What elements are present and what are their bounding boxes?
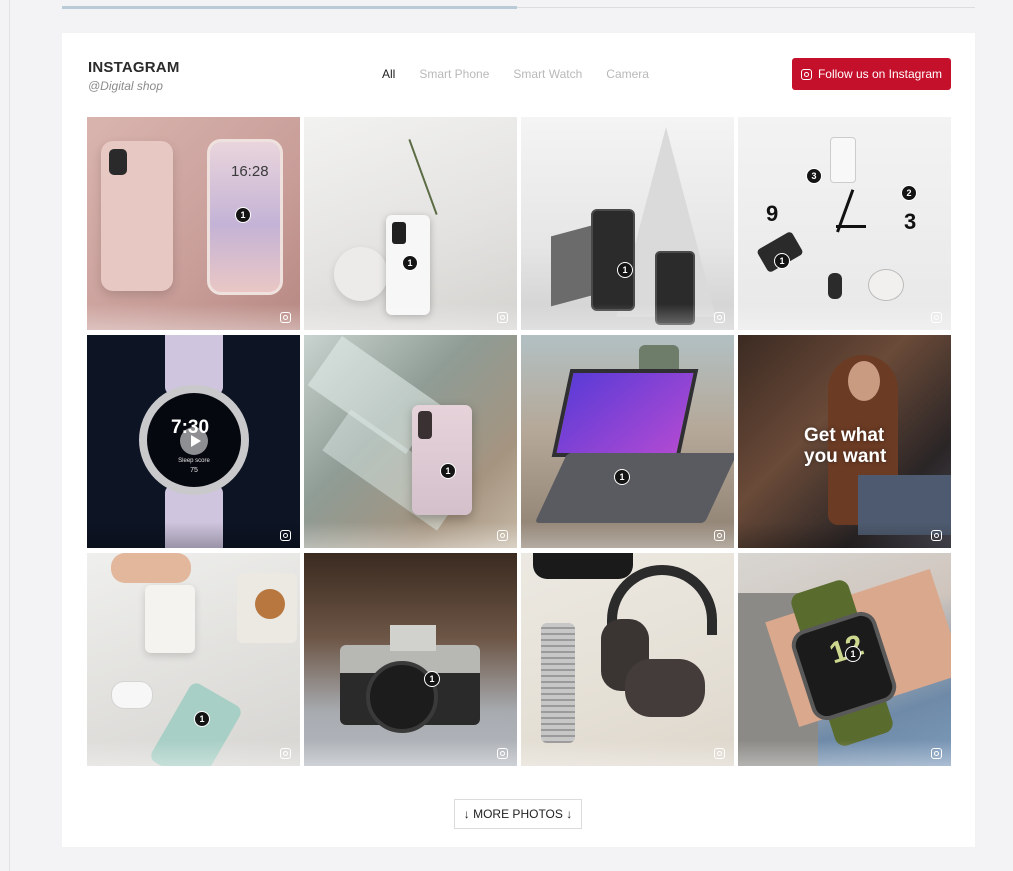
phone-camera-shape	[109, 149, 127, 175]
tile-shade	[304, 304, 517, 330]
cookie-shape	[255, 589, 285, 619]
photo-tile-product-clock[interactable]: 9 3 1 2 3	[738, 117, 951, 330]
tile-shade	[738, 522, 951, 548]
watch-detail-text: Sleep score	[178, 458, 210, 464]
instagram-icon	[931, 748, 942, 759]
face-shape	[848, 361, 880, 401]
hand-shape	[111, 553, 191, 583]
instagram-icon	[931, 530, 942, 541]
photo-tile-dark-phones[interactable]: 1	[521, 117, 734, 330]
instagram-icon	[714, 530, 725, 541]
watch-accessory-shape	[541, 623, 575, 743]
watch-score-text: 75	[190, 467, 198, 474]
filter-tab-camera[interactable]: Camera	[606, 67, 649, 81]
earcup-right-shape	[625, 659, 705, 717]
photo-tile-glass-blocks[interactable]: 1	[304, 335, 517, 548]
vase-shape	[334, 247, 388, 301]
instagram-icon	[280, 748, 291, 759]
instagram-icon	[714, 312, 725, 323]
follow-instagram-button[interactable]: Follow us on Instagram	[792, 58, 951, 90]
sunglasses-shape	[533, 553, 633, 579]
product-hotspot[interactable]: 1	[774, 253, 790, 269]
instagram-icon	[280, 312, 291, 323]
photo-tile-white-phone[interactable]: 1	[304, 117, 517, 330]
tile-shade	[87, 740, 300, 766]
filter-tabs: All Smart Phone Smart Watch Camera	[382, 67, 649, 81]
laptop-screen-shape	[551, 369, 699, 457]
photo-grid: 16:28 1 1 1 9 3 1 2 3 Sleep score 75 1 1…	[87, 117, 951, 766]
camera-module-shape	[418, 411, 432, 439]
instagram-icon	[800, 68, 812, 80]
instagram-icon	[497, 312, 508, 323]
tile-shade	[87, 522, 300, 548]
product-hotspot[interactable]: 1	[614, 469, 630, 485]
brand-block: INSTAGRAM @Digital shop	[88, 59, 180, 93]
photo-tile-milk-phone[interactable]: 1	[87, 553, 300, 766]
more-photos-button[interactable]: ↓ MORE PHOTOS ↓	[454, 799, 582, 829]
camera-prism-shape	[390, 625, 436, 651]
product-hotspot[interactable]: 3	[806, 168, 822, 184]
instagram-icon	[280, 530, 291, 541]
tile-shade	[521, 522, 734, 548]
photo-tile-laptop[interactable]: 1	[521, 335, 734, 548]
instagram-icon	[497, 748, 508, 759]
phone-shape-large	[591, 209, 635, 311]
earbuds-case-shape	[111, 681, 153, 709]
product-hotspot[interactable]: 1	[845, 646, 861, 662]
instagram-icon	[714, 748, 725, 759]
product-hotspot[interactable]: 1	[402, 255, 418, 271]
product-hotspot[interactable]: 1	[440, 463, 456, 479]
photo-tile-camera[interactable]: 1	[304, 553, 517, 766]
milk-glass-shape	[145, 585, 195, 653]
photo-tile-watch-video[interactable]: 7:30 Sleep score 75	[87, 335, 300, 548]
play-icon[interactable]	[180, 427, 208, 455]
clock-hand-minute	[836, 225, 866, 228]
video-overlay-text: Get what you want	[804, 425, 887, 467]
phone-screen-time: 16:28	[231, 163, 269, 180]
tile-shade	[304, 740, 517, 766]
figure-shape	[828, 273, 842, 299]
filter-tab-all[interactable]: All	[382, 67, 395, 81]
photo-tile-headphones[interactable]	[521, 553, 734, 766]
widget-handle: @Digital shop	[88, 79, 163, 93]
instagram-icon	[931, 312, 942, 323]
filter-tab-smart-phone[interactable]: Smart Phone	[419, 67, 489, 81]
photo-tile-lifestyle-video[interactable]: Get what you want	[738, 335, 951, 548]
clock-number-three: 3	[904, 209, 917, 234]
clock-number-nine: 9	[766, 201, 779, 226]
product-hotspot[interactable]: 1	[235, 207, 251, 223]
photo-tile-wrist-watch[interactable]: 12 1	[738, 553, 951, 766]
camera-module-shape	[392, 222, 406, 244]
top-divider	[517, 7, 975, 8]
tile-shade	[304, 522, 517, 548]
phone-shape	[830, 137, 856, 183]
tile-shade	[521, 740, 734, 766]
product-hotspot[interactable]: 1	[194, 711, 210, 727]
widget-title: INSTAGRAM	[88, 59, 180, 76]
pumpkin-shape	[868, 269, 904, 301]
tile-shade	[738, 740, 951, 766]
laptop-base-shape	[534, 453, 734, 523]
follow-button-label: Follow us on Instagram	[817, 67, 943, 81]
tile-shade	[87, 304, 300, 330]
photo-tile-pink-phone[interactable]: 16:28 1	[87, 117, 300, 330]
product-hotspot[interactable]: 2	[901, 185, 917, 201]
filter-tab-smart-watch[interactable]: Smart Watch	[513, 67, 582, 81]
plant-stem-shape	[408, 139, 438, 215]
tile-shade	[521, 304, 734, 330]
product-hotspot[interactable]: 1	[424, 671, 440, 687]
page-frame-edge	[9, 0, 10, 871]
instagram-feed-widget: INSTAGRAM @Digital shop All Smart Phone …	[62, 33, 975, 847]
instagram-icon	[497, 530, 508, 541]
product-hotspot[interactable]: 1	[617, 262, 633, 278]
top-progress-strip	[62, 6, 517, 9]
tile-shade	[738, 304, 951, 330]
